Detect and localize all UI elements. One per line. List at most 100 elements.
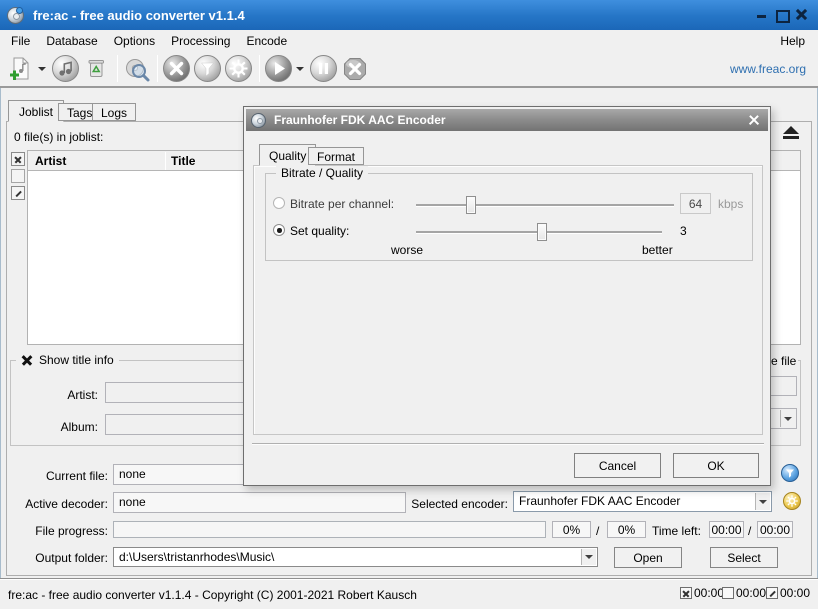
quality-value: 3 <box>680 224 687 238</box>
pause-icon <box>310 55 337 82</box>
selected-encoder-combo[interactable]: Fraunhofer FDK AAC Encoder <box>513 491 772 512</box>
filter-funnel-button[interactable] <box>781 464 799 482</box>
statusbar: fre:ac - free audio converter v1.1.4 - C… <box>0 578 818 609</box>
general-settings-button[interactable] <box>162 54 191 83</box>
crossed-tools-icon <box>163 55 190 82</box>
pause-encoding-button[interactable] <box>309 54 338 83</box>
file-progress-bar <box>113 521 546 538</box>
cancel-button[interactable]: Cancel <box>574 453 661 478</box>
menu-processing[interactable]: Processing <box>163 31 238 51</box>
configure-components-button[interactable] <box>224 54 253 83</box>
quality-slider-handle[interactable] <box>537 223 547 241</box>
clear-joblist-button[interactable] <box>82 54 111 83</box>
time-left-1: 00:00 <box>709 521 744 538</box>
website-link[interactable]: www.freac.org <box>730 62 818 76</box>
column-artist[interactable]: Artist <box>35 154 66 168</box>
signal-processing-button[interactable] <box>193 54 222 83</box>
audio-file-button[interactable] <box>51 54 80 83</box>
funnel-icon <box>782 465 798 481</box>
slash-separator: / <box>748 524 751 538</box>
menu-file[interactable]: File <box>3 31 38 51</box>
toggle-selection-button[interactable] <box>11 186 25 200</box>
timer-value: 00:00 <box>694 586 724 600</box>
bitrate-label: Bitrate per channel: <box>290 197 394 211</box>
joblist-count: 0 file(s) in joblist: <box>14 130 103 144</box>
start-encoding-button[interactable] <box>264 54 293 83</box>
cddb-query-button[interactable] <box>122 54 151 83</box>
progress-percent-1: 0% <box>552 521 591 538</box>
select-button[interactable]: Select <box>710 547 778 568</box>
start-encoding-dropdown-icon[interactable] <box>296 67 304 71</box>
gear-icon <box>225 55 252 82</box>
tab-joblist[interactable]: Joblist <box>8 100 64 122</box>
eject-icon <box>783 126 799 134</box>
eject-button[interactable] <box>779 126 803 143</box>
stop-encoding-button[interactable] <box>340 54 369 83</box>
selected-encoder-value: Fraunhofer FDK AAC Encoder <box>519 494 680 508</box>
output-folder-combo[interactable]: d:\Users\tristanrhodes\Music\ <box>113 547 598 567</box>
stop-icon <box>341 55 369 83</box>
quality-slider[interactable] <box>416 231 662 233</box>
scale-better-label: better <box>642 243 673 257</box>
gear-icon <box>784 493 800 509</box>
output-folder-value: d:\Users\tristanrhodes\Music\ <box>119 550 274 564</box>
time-left-label: Time left: <box>652 524 701 538</box>
timer-unselected: 00:00 <box>722 586 766 600</box>
toolbar-separator <box>259 55 260 82</box>
menu-encode[interactable]: Encode <box>238 31 295 51</box>
add-files-dropdown-icon[interactable] <box>38 67 46 71</box>
bitrate-value: 64 <box>680 193 711 214</box>
select-none-button[interactable] <box>11 169 25 183</box>
window-title: fre:ac - free audio converter v1.1.4 <box>33 8 245 23</box>
maximize-icon[interactable] <box>775 8 788 21</box>
play-icon <box>265 55 292 82</box>
ok-button[interactable]: OK <box>673 453 759 478</box>
dialog-divider <box>252 443 764 445</box>
timer-value: 00:00 <box>780 586 810 600</box>
toolbar-separator <box>157 55 158 82</box>
slash-separator: / <box>596 524 599 538</box>
progress-percent-2: 0% <box>607 521 646 538</box>
quality-radio[interactable] <box>273 224 285 236</box>
dialog-close-icon[interactable] <box>748 114 760 126</box>
bitrate-slider[interactable] <box>416 204 674 206</box>
bitrate-slider-handle[interactable] <box>466 196 476 214</box>
encoder-dialog: Fraunhofer FDK AAC Encoder Quality Forma… <box>243 106 771 486</box>
combo-dropdown-button[interactable] <box>780 410 795 427</box>
partial-hidden-label: e file <box>769 354 798 368</box>
scale-worse-label: worse <box>391 243 423 257</box>
open-button[interactable]: Open <box>614 547 682 568</box>
x-check-icon <box>21 354 33 366</box>
minimize-icon[interactable] <box>755 8 768 21</box>
group-title: Bitrate / Quality <box>276 166 368 180</box>
show-title-info-toggle[interactable]: Show title info <box>16 353 119 367</box>
menu-help[interactable]: Help <box>770 31 815 51</box>
music-note-icon <box>52 55 79 82</box>
add-files-button[interactable] <box>6 54 35 83</box>
add-files-icon <box>7 55 34 82</box>
menu-options[interactable]: Options <box>106 31 163 51</box>
dialog-cd-icon <box>251 113 266 128</box>
quality-label: Set quality: <box>290 224 349 238</box>
encoder-dropdown-button[interactable] <box>755 493 770 510</box>
bitrate-unit: kbps <box>718 197 743 211</box>
partial-box-icon <box>15 190 21 196</box>
dialog-tab-format[interactable]: Format <box>308 147 364 165</box>
app-cd-logo-icon <box>7 7 24 24</box>
statusbar-text: fre:ac - free audio converter v1.1.4 - C… <box>8 588 417 602</box>
column-title[interactable]: Title <box>171 154 195 168</box>
dialog-titlebar[interactable]: Fraunhofer FDK AAC Encoder <box>246 109 768 131</box>
menubar: File Database Options Processing Encode … <box>0 30 818 51</box>
empty-box-icon <box>722 587 734 599</box>
bitrate-quality-group: Bitrate / Quality <box>265 173 753 261</box>
folder-dropdown-button[interactable] <box>581 549 596 565</box>
select-all-button[interactable] <box>11 152 25 166</box>
encoder-settings-button[interactable] <box>783 492 801 510</box>
funnel-icon <box>194 55 221 82</box>
tab-logs[interactable]: Logs <box>92 103 136 121</box>
close-icon[interactable] <box>795 8 808 21</box>
chevron-down-icon <box>759 500 767 504</box>
menu-database[interactable]: Database <box>38 31 105 51</box>
bitrate-radio[interactable] <box>273 197 285 209</box>
titlebar: fre:ac - free audio converter v1.1.4 <box>0 0 818 30</box>
